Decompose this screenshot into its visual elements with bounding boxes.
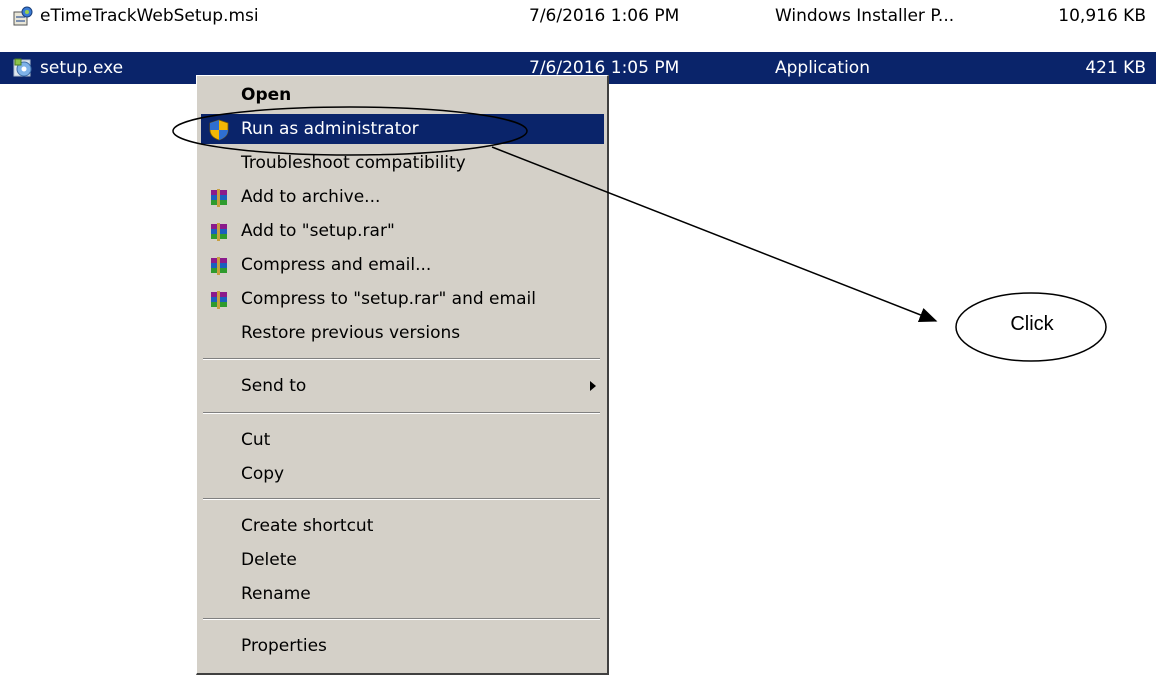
menu-item-label: Properties: [241, 636, 327, 656]
menu-item-label: Create shortcut: [241, 516, 374, 536]
menu-item-label: Rename: [241, 584, 311, 604]
submenu-arrow-icon: [590, 381, 596, 391]
menu-item-create-shortcut[interactable]: Create shortcut: [201, 511, 604, 541]
menu-item-label: Troubleshoot compatibility: [241, 153, 466, 173]
menu-item-label: Delete: [241, 550, 297, 570]
file-size: 10,916 KB: [1058, 6, 1146, 26]
msi-installer-icon: [13, 6, 33, 26]
file-name: eTimeTrackWebSetup.msi: [40, 6, 259, 26]
menu-item-label: Compress and email...: [241, 255, 432, 275]
menu-item-properties[interactable]: Properties: [201, 631, 604, 661]
click-callout-label: Click: [1010, 313, 1054, 335]
menu-item-label: Compress to "setup.rar" and email: [241, 289, 536, 309]
menu-separator: [203, 358, 600, 360]
file-row-etimetrack-msi[interactable]: eTimeTrackWebSetup.msi 7/6/2016 1:06 PM …: [0, 0, 1156, 33]
menu-item-label: Restore previous versions: [241, 323, 461, 343]
menu-separator: [203, 618, 600, 620]
menu-item-label: Open: [241, 85, 292, 105]
menu-item-rename[interactable]: Rename: [201, 579, 604, 609]
menu-item-restore-previous-versions[interactable]: Restore previous versions: [201, 318, 604, 348]
menu-item-compress-to-setup-rar-and-email[interactable]: Compress to "setup.rar" and email: [201, 284, 604, 314]
menu-item-label: Send to: [241, 376, 307, 396]
menu-item-open[interactable]: Open: [201, 80, 604, 110]
winrar-icon: [211, 291, 227, 309]
menu-item-label: Copy: [241, 464, 285, 484]
winrar-icon: [211, 223, 227, 241]
menu-item-add-to-setup-rar[interactable]: Add to "setup.rar": [201, 216, 604, 246]
menu-item-label: Add to "setup.rar": [241, 221, 395, 241]
menu-item-label: Run as administrator: [241, 119, 419, 139]
context-menu: Open Run as administrator Troubleshoot c…: [196, 75, 609, 675]
menu-item-add-to-archive[interactable]: Add to archive...: [201, 182, 604, 212]
winrar-icon: [211, 189, 227, 207]
file-type: Windows Installer P...: [775, 6, 955, 26]
menu-item-copy[interactable]: Copy: [201, 459, 604, 489]
setup-exe-icon: [13, 58, 32, 77]
menu-item-label: Cut: [241, 430, 271, 450]
menu-separator: [203, 412, 600, 414]
menu-item-troubleshoot[interactable]: Troubleshoot compatibility: [201, 148, 604, 178]
winrar-icon: [211, 257, 227, 275]
file-name: setup.exe: [40, 58, 124, 78]
menu-item-run-as-administrator[interactable]: Run as administrator: [201, 114, 604, 144]
file-date: 7/6/2016 1:06 PM: [529, 6, 680, 26]
menu-item-cut[interactable]: Cut: [201, 425, 604, 455]
menu-item-send-to[interactable]: Send to: [201, 371, 604, 401]
uac-shield-icon: [209, 119, 229, 141]
menu-item-label: Add to archive...: [241, 187, 381, 207]
menu-item-compress-and-email[interactable]: Compress and email...: [201, 250, 604, 280]
menu-separator: [203, 498, 600, 500]
menu-item-delete[interactable]: Delete: [201, 545, 604, 575]
file-type: Application: [775, 58, 870, 78]
file-size: 421 KB: [1085, 58, 1146, 78]
